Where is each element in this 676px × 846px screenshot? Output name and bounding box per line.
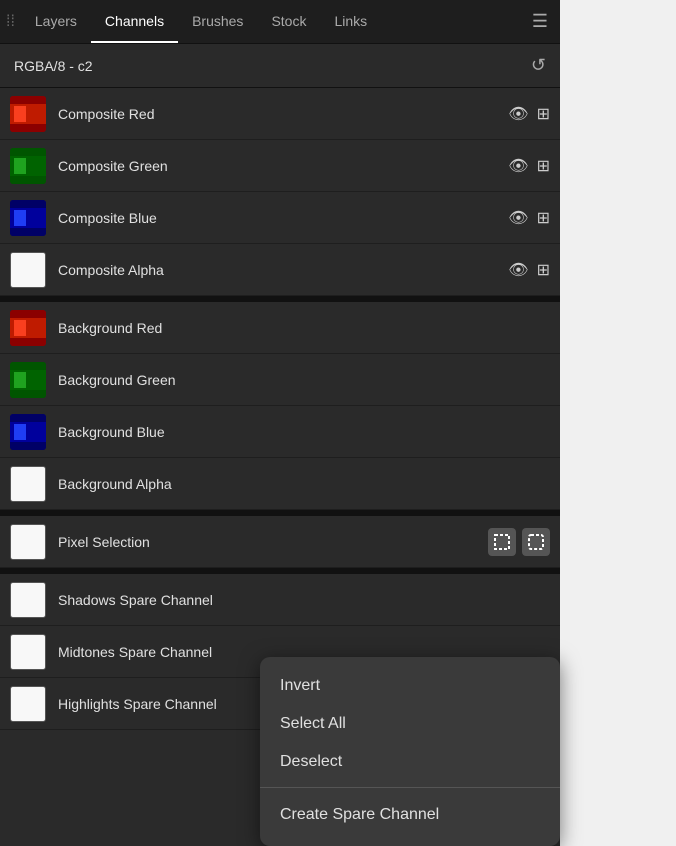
menu-item-deselect[interactable]: Deselect (260, 743, 560, 781)
channel-name: Composite Red (58, 106, 508, 122)
drag-handle: ⁞⁞ (0, 0, 21, 43)
menu-divider (260, 787, 560, 788)
channel-thumb-white (10, 524, 46, 560)
right-area (560, 0, 676, 846)
channel-thumb-green (10, 362, 46, 398)
channel-thumb-red (10, 96, 46, 132)
tab-layers[interactable]: Layers (21, 0, 91, 43)
pixel-selection-item[interactable]: Pixel Selection (0, 516, 560, 568)
list-item[interactable]: Background Red (0, 302, 560, 354)
channel-actions: 👁 ⊞ (508, 260, 550, 280)
channel-thumb-red (10, 310, 46, 346)
sliders-icon[interactable]: ⊞ (537, 156, 550, 176)
list-item[interactable]: Background Green (0, 354, 560, 406)
rgba-label: RGBA/8 - c2 (14, 58, 93, 74)
channel-name: Composite Alpha (58, 262, 508, 278)
list-item[interactable]: Composite Alpha 👁 ⊞ (0, 244, 560, 296)
menu-item-select-all[interactable]: Select All (260, 705, 560, 743)
channel-actions: 👁 ⊞ (508, 208, 550, 228)
channel-name: Background Alpha (58, 476, 550, 492)
tab-brushes[interactable]: Brushes (178, 0, 257, 43)
channel-name: Pixel Selection (58, 534, 488, 550)
pixel-selection-icons (488, 528, 550, 556)
channel-name: Background Green (58, 372, 550, 388)
channel-name: Composite Blue (58, 210, 508, 226)
tab-bar: ⁞⁞ Layers Channels Brushes Stock Links ☰ (0, 0, 560, 44)
eye-icon[interactable]: 👁 (508, 156, 528, 176)
sliders-icon[interactable]: ⊞ (537, 260, 550, 280)
channel-thumb-white (10, 582, 46, 618)
channel-thumb-green (10, 148, 46, 184)
tab-menu-icon[interactable]: ☰ (520, 11, 560, 32)
menu-item-create-spare-channel[interactable]: Create Spare Channel (260, 794, 560, 836)
channel-thumb-white (10, 634, 46, 670)
rgba-header: RGBA/8 - c2 ↺ (0, 44, 560, 88)
background-section: Background Red Background Green (0, 302, 560, 510)
context-menu: Invert Select All Deselect Create Spare … (260, 657, 560, 846)
list-item[interactable]: Composite Blue 👁 ⊞ (0, 192, 560, 244)
channel-actions: 👁 ⊞ (508, 156, 550, 176)
reset-icon[interactable]: ↺ (531, 55, 546, 76)
eye-icon[interactable]: 👁 (508, 260, 528, 280)
sliders-icon[interactable]: ⊞ (537, 208, 550, 228)
tab-channels[interactable]: Channels (91, 0, 178, 43)
channel-thumb-white (10, 686, 46, 722)
composite-section: Composite Red 👁 ⊞ Composite Green 👁 (0, 88, 560, 296)
sliders-icon[interactable]: ⊞ (537, 104, 550, 124)
channel-thumb-white (10, 466, 46, 502)
eye-icon[interactable]: 👁 (508, 208, 528, 228)
channel-name: Background Red (58, 320, 550, 336)
tab-links[interactable]: Links (320, 0, 381, 43)
channel-actions: 👁 ⊞ (508, 104, 550, 124)
channel-name: Composite Green (58, 158, 508, 174)
channel-thumb-white (10, 252, 46, 288)
channel-name: Background Blue (58, 424, 550, 440)
list-item[interactable]: Background Blue (0, 406, 560, 458)
channel-thumb-blue (10, 200, 46, 236)
channel-name: Shadows Spare Channel (58, 592, 550, 608)
eye-icon[interactable]: 👁 (508, 104, 528, 124)
list-item[interactable]: Background Alpha (0, 458, 560, 510)
list-item[interactable]: Shadows Spare Channel (0, 574, 560, 626)
tab-stock[interactable]: Stock (257, 0, 320, 43)
list-item[interactable]: Composite Green 👁 ⊞ (0, 140, 560, 192)
marquee-icon[interactable] (488, 528, 516, 556)
channel-thumb-blue (10, 414, 46, 450)
list-item[interactable]: Composite Red 👁 ⊞ (0, 88, 560, 140)
menu-item-invert[interactable]: Invert (260, 667, 560, 705)
mask-icon[interactable] (522, 528, 550, 556)
